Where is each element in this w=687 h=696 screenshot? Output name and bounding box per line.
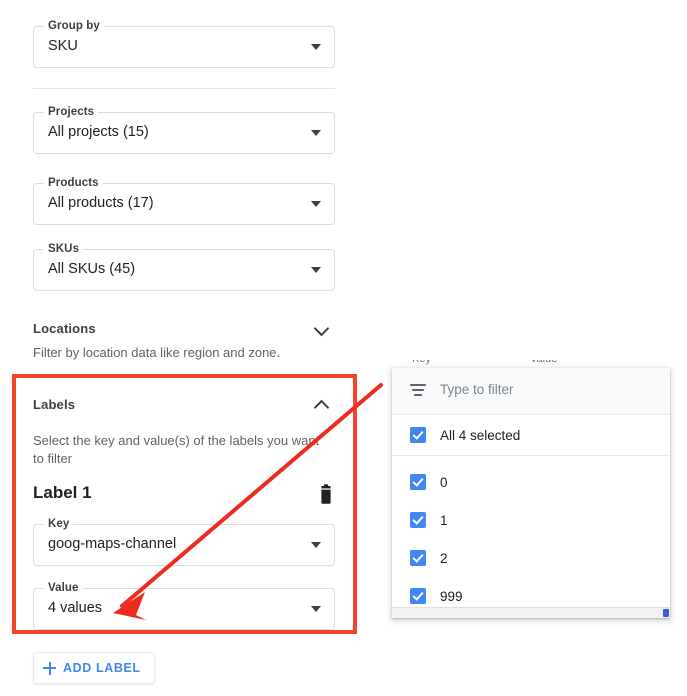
skus-value: All SKUs (45): [48, 261, 135, 277]
label-key-value: goog-maps-channel: [48, 536, 176, 552]
group-by-select[interactable]: Group by SKU: [33, 26, 335, 68]
horizontal-scrollbar[interactable]: [392, 607, 670, 618]
checkbox-checked-icon[interactable]: [410, 474, 426, 490]
clipped-text-left: Key: [412, 360, 431, 365]
checkbox-checked-icon[interactable]: [410, 427, 426, 443]
list-item[interactable]: 0: [392, 463, 670, 501]
skus-select[interactable]: SKUs All SKUs (45): [33, 249, 335, 291]
label-key-select[interactable]: Key goog-maps-channel: [33, 524, 335, 566]
option-label: 1: [440, 513, 448, 528]
labels-section-title[interactable]: Labels: [33, 397, 75, 412]
checkbox-checked-icon[interactable]: [410, 550, 426, 566]
clipped-text-right: Value: [530, 360, 557, 365]
caret-down-icon: [311, 201, 321, 207]
select-all-label: All 4 selected: [440, 428, 520, 443]
options-list: 0 1 2 999: [392, 456, 670, 615]
projects-label: Projects: [44, 106, 98, 119]
products-label: Products: [44, 177, 103, 190]
skus-label: SKUs: [44, 243, 83, 256]
checkbox-checked-icon[interactable]: [410, 512, 426, 528]
locations-section-description: Filter by location data like region and …: [33, 344, 323, 362]
projects-select[interactable]: Projects All projects (15): [33, 112, 335, 154]
locations-section-title[interactable]: Locations: [33, 321, 96, 336]
filter-list-icon: [410, 383, 426, 397]
caret-down-icon: [311, 267, 321, 273]
list-item[interactable]: 1: [392, 501, 670, 539]
clipped-background-row: Key Value: [392, 360, 670, 368]
caret-down-icon: [311, 130, 321, 136]
value-options-dropdown[interactable]: All 4 selected 0 1 2 999: [392, 368, 670, 618]
label-key-label: Key: [44, 518, 73, 531]
group-by-value: SKU: [48, 38, 78, 54]
trash-icon[interactable]: [316, 484, 336, 506]
products-select[interactable]: Products All products (17): [33, 183, 335, 225]
add-label-button-text: ADD LABEL: [63, 661, 141, 675]
chevron-up-icon[interactable]: [313, 394, 331, 412]
add-label-button[interactable]: ADD LABEL: [33, 652, 155, 684]
label-1-heading: Label 1: [33, 483, 92, 503]
products-value: All products (17): [48, 195, 154, 211]
list-item[interactable]: 2: [392, 539, 670, 577]
option-label: 0: [440, 475, 448, 490]
chevron-down-icon[interactable]: [313, 318, 331, 336]
checkbox-checked-icon[interactable]: [410, 588, 426, 604]
projects-value: All projects (15): [48, 124, 149, 140]
caret-down-icon: [311, 44, 321, 50]
label-value-label: Value: [44, 582, 83, 595]
select-all-option[interactable]: All 4 selected: [392, 415, 670, 456]
labels-section-description: Select the key and value(s) of the label…: [33, 432, 329, 468]
option-label: 2: [440, 551, 448, 566]
caret-down-icon: [311, 606, 321, 612]
plus-icon: [43, 662, 56, 675]
group-by-label: Group by: [44, 20, 104, 33]
caret-down-icon: [311, 542, 321, 548]
dropdown-filter-row[interactable]: [392, 368, 670, 415]
section-divider: [33, 88, 335, 89]
label-value-value: 4 values: [48, 600, 102, 616]
option-label: 999: [440, 589, 463, 604]
label-value-select[interactable]: Value 4 values: [33, 588, 335, 630]
scrollbar-thumb[interactable]: [663, 609, 669, 617]
filter-input[interactable]: [438, 381, 642, 398]
filter-sidebar: Group by SKU Projects All projects (15) …: [0, 0, 372, 696]
